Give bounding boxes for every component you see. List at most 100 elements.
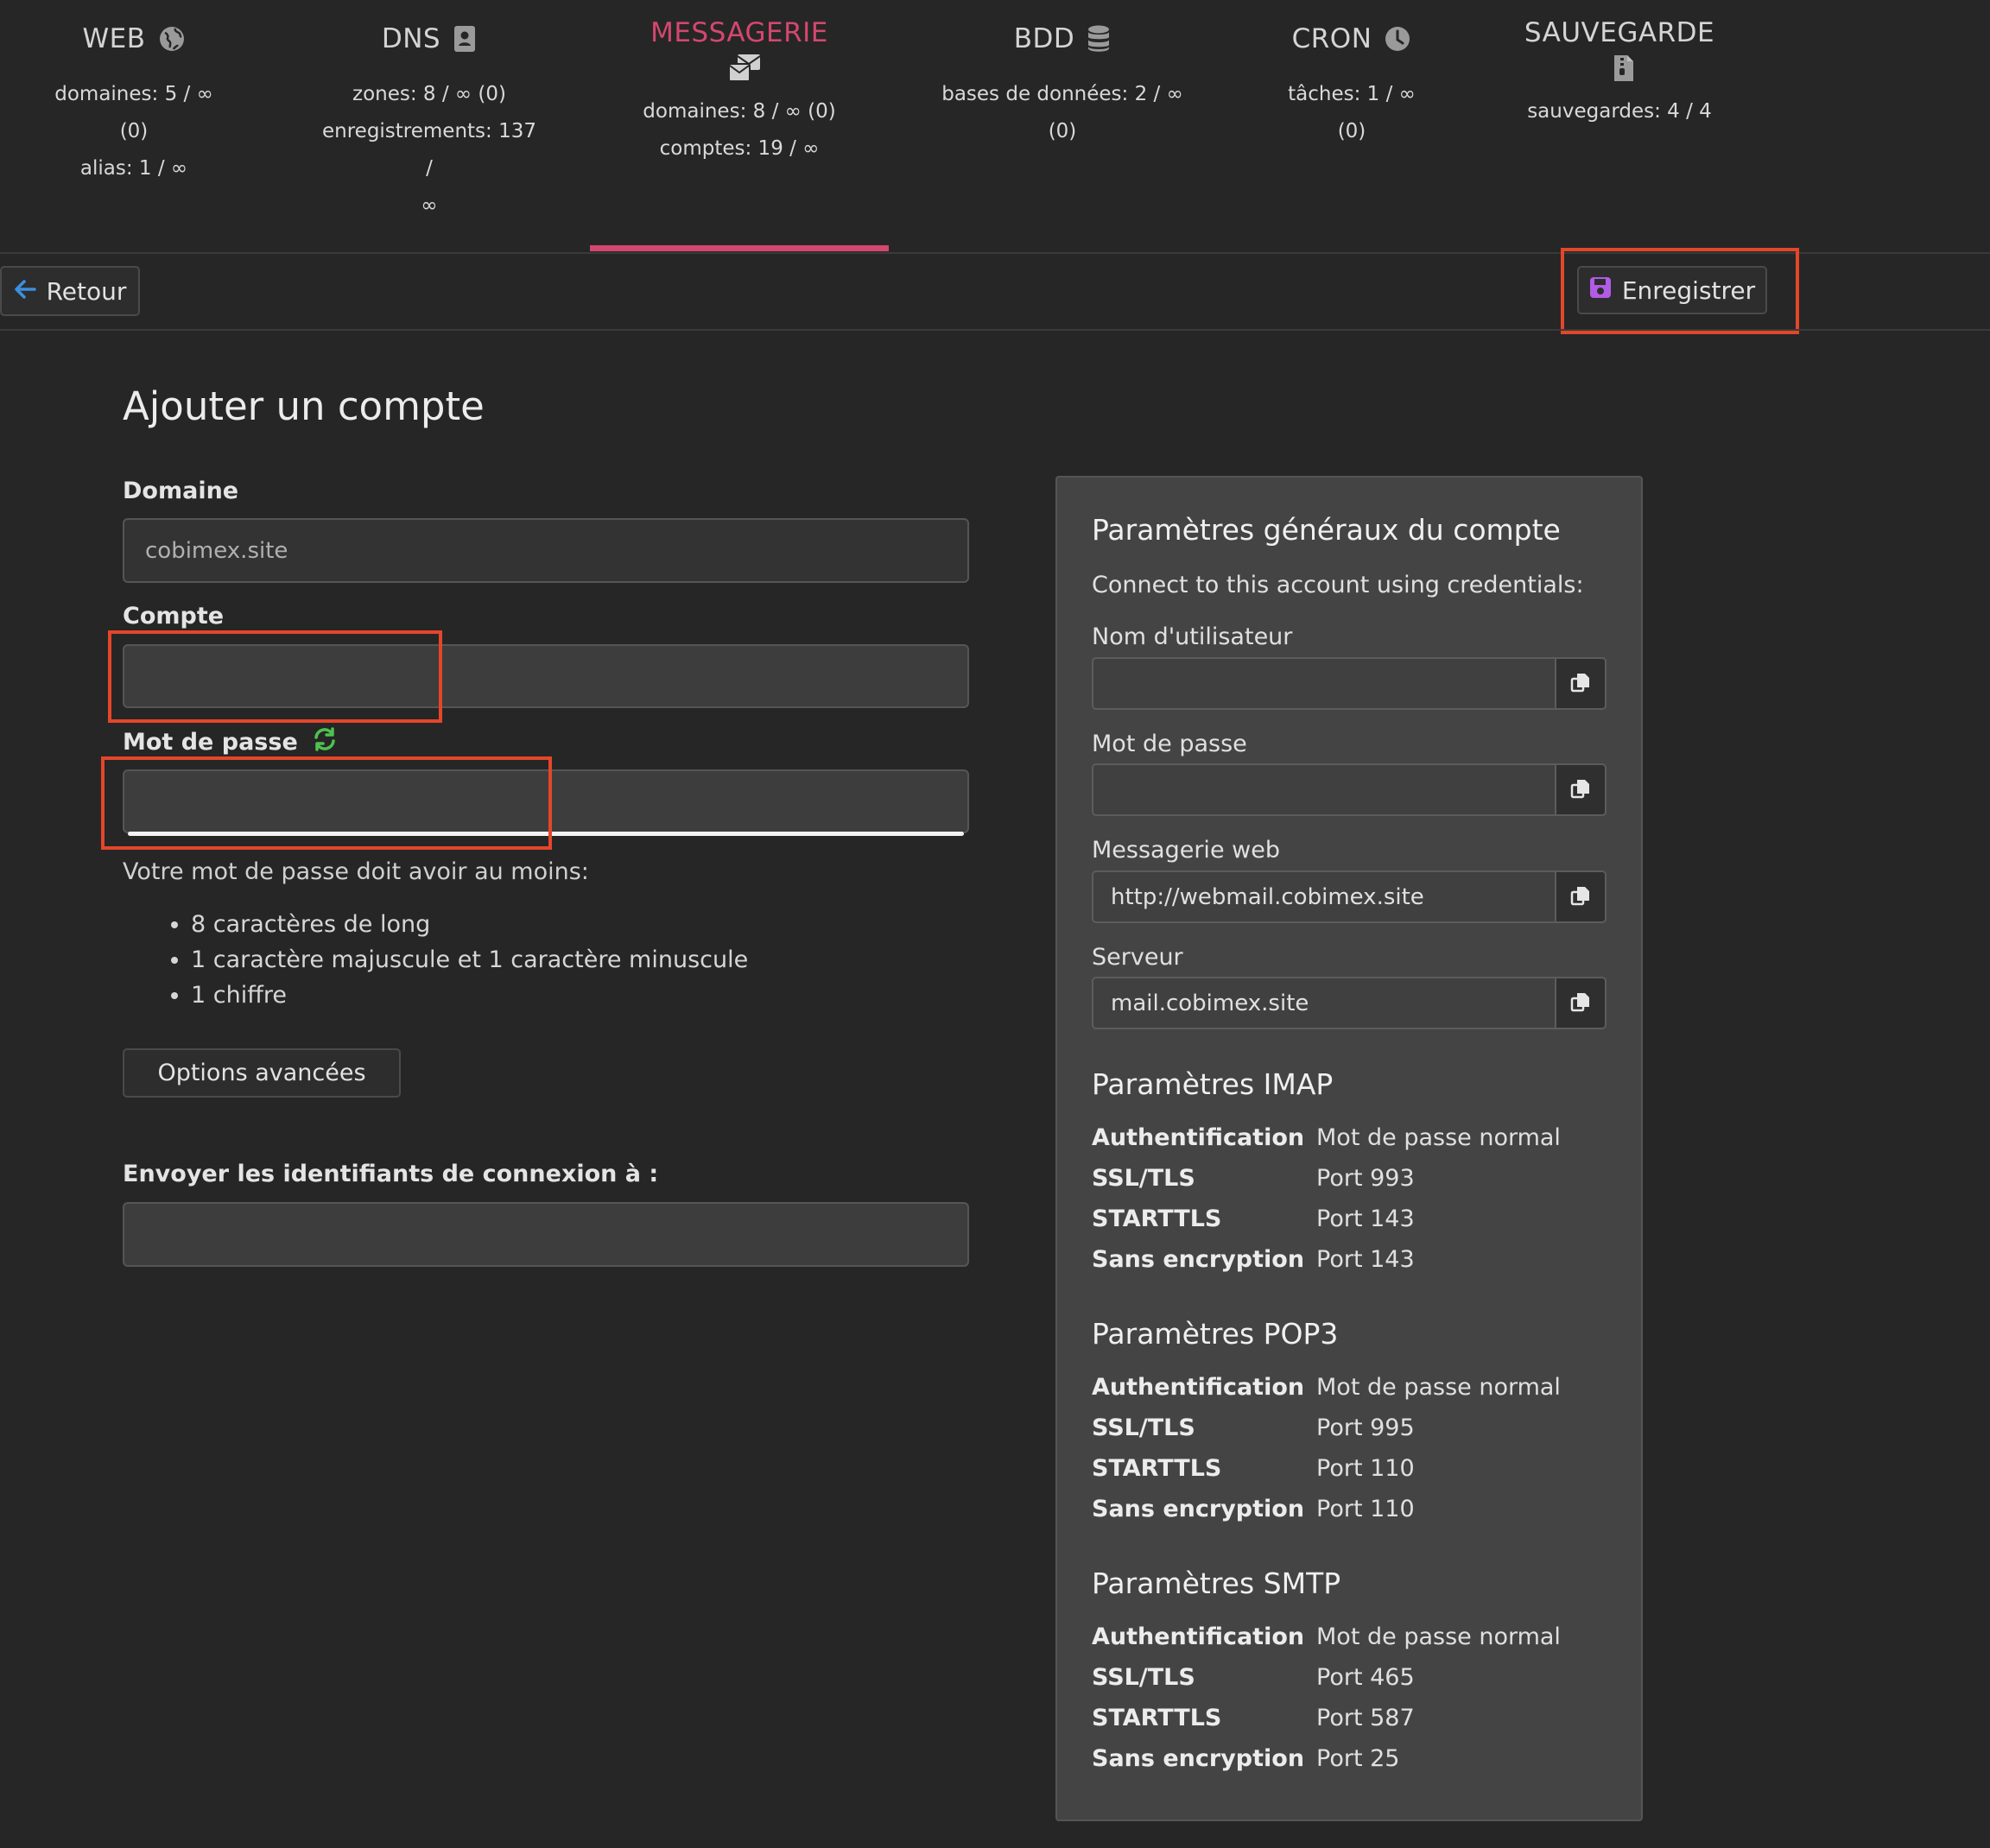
pop3-key: Sans encryption: [1092, 1496, 1305, 1522]
list-item: 1 chiffre: [191, 978, 748, 1013]
tab-cron-stats: tâches: 1 / ∞ (0): [1270, 76, 1434, 150]
back-button[interactable]: Retour: [0, 266, 140, 316]
arrow-left-icon: [14, 277, 36, 306]
pop3-value: Port 995: [1316, 1414, 1415, 1441]
page-title: Ajouter un compte: [123, 383, 485, 429]
stat-line: zones: 8 / ∞ (0): [352, 83, 506, 105]
tab-messagerie-title: MESSAGERIE: [650, 17, 828, 48]
smtp-key: Sans encryption: [1092, 1745, 1305, 1772]
copy-webmail-button[interactable]: [1556, 870, 1607, 923]
mail-bulk-icon: [717, 54, 762, 83]
send-credentials-label: Envoyer les identifiants de connexion à …: [123, 1161, 659, 1187]
send-credentials-input[interactable]: [123, 1202, 969, 1267]
clock-icon: [1384, 25, 1411, 53]
imap-value: Port 993: [1316, 1165, 1415, 1192]
domain-value: cobimex.site: [145, 537, 288, 564]
pop3-key: STARTTLS: [1092, 1455, 1222, 1482]
stat-line: domaines: 5 / ∞: [54, 83, 213, 105]
tab-messagerie[interactable]: MESSAGERIE domaines: 8 / ∞ (0) comptes: …: [618, 17, 860, 168]
smtp-value: Port 25: [1316, 1745, 1400, 1772]
account-label: Compte: [123, 603, 225, 630]
tab-bdd-title: BDD: [1013, 23, 1075, 54]
smtp-key: SSL/TLS: [1092, 1664, 1195, 1691]
server-field[interactable]: mail.cobimex.site: [1092, 977, 1556, 1029]
username-field[interactable]: [1092, 657, 1556, 710]
copy-username-button[interactable]: [1556, 657, 1607, 710]
pop3-value: Mot de passe normal: [1316, 1374, 1561, 1401]
stat-line: comptes: 19 / ∞: [659, 137, 820, 160]
advanced-options-button[interactable]: Options avancées: [123, 1048, 401, 1098]
tab-dns-stats: zones: 8 / ∞ (0) enregistrements: 137 / …: [317, 76, 542, 225]
password-display-field[interactable]: [1092, 763, 1556, 816]
copy-password-button[interactable]: [1556, 763, 1607, 816]
domain-field[interactable]: cobimex.site: [123, 518, 969, 583]
list-item: 8 caractères de long: [191, 907, 748, 942]
imap-title: Paramètres IMAP: [1092, 1067, 1334, 1101]
copy-server-button[interactable]: [1556, 977, 1607, 1029]
general-settings-intro: Connect to this account using credential…: [1092, 572, 1584, 598]
tab-dns-title: DNS: [381, 23, 441, 54]
pop3-key: Authentification: [1092, 1374, 1305, 1401]
password-display-label: Mot de passe: [1092, 731, 1247, 757]
imap-key: SSL/TLS: [1092, 1165, 1195, 1192]
server-label: Serveur: [1092, 944, 1183, 971]
copy-icon: [1569, 990, 1592, 1016]
password-rules: 8 caractères de long 1 caractère majuscu…: [160, 907, 748, 1013]
tab-sauvegarde-stats: sauvegardes: 4 / 4: [1512, 93, 1727, 130]
tab-web[interactable]: WEB domaines: 5 / ∞ (0) alias: 1 / ∞: [35, 17, 233, 187]
smtp-value: Mot de passe normal: [1316, 1623, 1561, 1650]
active-tab-indicator: [590, 245, 889, 251]
imap-key: STARTTLS: [1092, 1206, 1222, 1232]
stat-line: (0): [1048, 120, 1077, 142]
password-strength-bar: [128, 832, 964, 836]
save-button[interactable]: Enregistrer: [1577, 266, 1767, 314]
webmail-value: http://webmail.cobimex.site: [1111, 883, 1424, 910]
stat-line: (0): [1337, 120, 1366, 142]
password-hint: Votre mot de passe doit avoir au moins:: [123, 858, 589, 885]
pop3-value: Port 110: [1316, 1455, 1415, 1482]
back-button-label: Retour: [46, 276, 127, 306]
webmail-label: Messagerie web: [1092, 837, 1280, 864]
password-label-text: Mot de passe: [123, 729, 298, 756]
pop3-value: Port 110: [1316, 1496, 1415, 1522]
advanced-options-label: Options avancées: [157, 1060, 366, 1086]
save-button-label: Enregistrer: [1621, 275, 1756, 305]
general-settings-title: Paramètres généraux du compte: [1092, 513, 1561, 547]
tab-bdd-stats: bases de données: 2 / ∞ (0): [933, 76, 1192, 150]
tab-cron[interactable]: CRON tâches: 1 / ∞ (0): [1270, 17, 1434, 150]
nav-divider: [0, 252, 1990, 254]
imap-key: Authentification: [1092, 1124, 1305, 1151]
pop3-title: Paramètres POP3: [1092, 1317, 1339, 1351]
webmail-field[interactable]: http://webmail.cobimex.site: [1092, 870, 1556, 923]
file-archive-icon: [1604, 54, 1635, 83]
imap-value: Port 143: [1316, 1206, 1415, 1232]
smtp-value: Port 587: [1316, 1705, 1415, 1731]
stat-line: enregistrements: 137 /: [321, 120, 536, 180]
password-input[interactable]: [123, 769, 969, 833]
imap-key: Sans encryption: [1092, 1246, 1305, 1273]
pop3-key: SSL/TLS: [1092, 1414, 1195, 1441]
copy-icon: [1569, 671, 1592, 697]
stat-line: (0): [119, 120, 149, 142]
username-label: Nom d'utilisateur: [1092, 623, 1293, 650]
stat-line: alias: 1 / ∞: [79, 157, 188, 180]
smtp-key: Authentification: [1092, 1623, 1305, 1650]
tab-dns[interactable]: DNS zones: 8 / ∞ (0) enregistrements: 13…: [317, 17, 542, 225]
smtp-key: STARTTLS: [1092, 1705, 1222, 1731]
refresh-icon[interactable]: [312, 727, 338, 757]
domain-label: Domaine: [123, 478, 239, 504]
list-item: 1 caractère majuscule et 1 caractère min…: [191, 942, 748, 978]
password-label: Mot de passe: [123, 727, 338, 757]
tab-bdd[interactable]: BDD bases de données: 2 / ∞ (0): [933, 17, 1192, 150]
copy-icon: [1569, 777, 1592, 803]
tab-sauvegarde[interactable]: SAUVEGARDE sauvegardes: 4 / 4: [1512, 17, 1727, 130]
account-input[interactable]: [123, 644, 969, 708]
imap-value: Port 143: [1316, 1246, 1415, 1273]
stat-line: tâches: 1 / ∞: [1288, 83, 1416, 105]
globe-icon: [158, 25, 186, 53]
imap-value: Mot de passe normal: [1316, 1124, 1561, 1151]
server-value: mail.cobimex.site: [1111, 990, 1309, 1016]
tab-web-title: WEB: [82, 23, 146, 54]
stat-line: domaines: 8 / ∞ (0): [643, 100, 836, 123]
stat-line: sauvegardes: 4 / 4: [1527, 100, 1712, 123]
